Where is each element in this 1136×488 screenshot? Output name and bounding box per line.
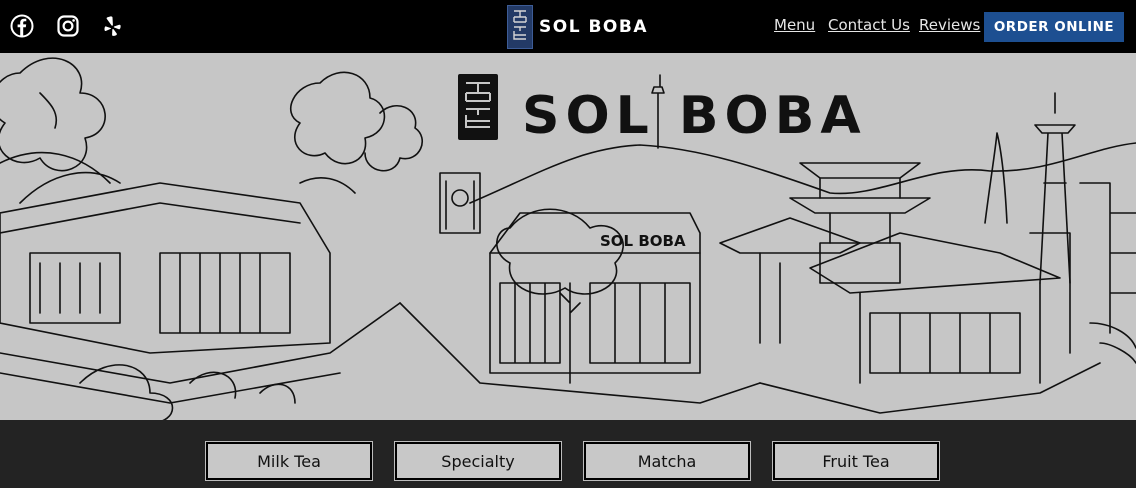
category-bar: Milk Tea Specialty Matcha Fruit Tea xyxy=(0,420,1136,488)
facebook-icon[interactable] xyxy=(10,14,34,38)
nav-link-contact-us[interactable]: Contact Us xyxy=(828,16,910,34)
hero-logo-mark-icon xyxy=(458,74,498,140)
nav-link-menu[interactable]: Menu xyxy=(774,16,815,34)
category-button-matcha[interactable]: Matcha xyxy=(584,442,750,480)
shop-sign: SOL BOBA xyxy=(600,232,686,250)
yelp-icon[interactable] xyxy=(100,14,124,38)
category-button-specialty[interactable]: Specialty xyxy=(395,442,561,480)
logo-mark-icon xyxy=(507,5,533,49)
order-online-button[interactable]: ORDER ONLINE xyxy=(984,12,1124,42)
brand-logo[interactable]: SOL BOBA xyxy=(507,5,648,49)
category-button-fruit-tea[interactable]: Fruit Tea xyxy=(773,442,939,480)
brand-name: SOL BOBA xyxy=(539,17,648,37)
city-sketch-illustration: SOL BOBA SOL BOBA xyxy=(0,57,1136,420)
top-navbar: SOL BOBA Menu Contact Us Reviews ORDER O… xyxy=(0,0,1136,53)
category-button-milk-tea[interactable]: Milk Tea xyxy=(206,442,372,480)
hero-banner: SOL BOBA SOL BOBA xyxy=(0,53,1136,420)
nav-link-reviews[interactable]: Reviews xyxy=(919,16,980,34)
hero-title: SOL BOBA xyxy=(522,86,867,146)
instagram-icon[interactable] xyxy=(56,14,80,38)
